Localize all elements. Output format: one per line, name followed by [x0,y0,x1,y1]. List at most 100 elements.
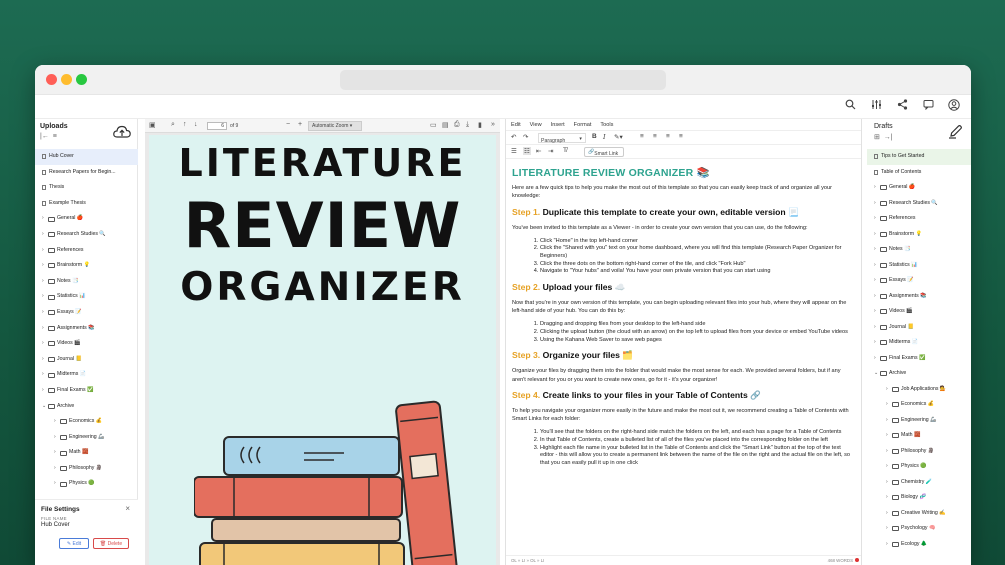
folder-item[interactable]: › Final Exams ✅ [867,351,971,367]
minimize-window-button[interactable] [61,74,72,85]
new-draft-icon[interactable]: ⊞ →| [874,133,893,141]
folder-item[interactable]: › General 🍎 [867,180,971,196]
smart-link-button[interactable]: 🔗 Smart Link [584,147,624,157]
folder-item[interactable]: › Assignments 📚 [35,321,138,337]
zoom-select[interactable]: Automatic Zoom ▾ [308,121,362,131]
folder-item[interactable]: › Creative Writing ✍️ [867,506,971,522]
document-body[interactable]: LITERATURE REVIEW ORGANIZER 📚 Here are a… [506,161,861,551]
folder-item[interactable]: › Notes 📑 [35,274,138,290]
search-icon[interactable]: ⌕ [171,121,175,129]
outdent-icon[interactable]: ⇤ [536,147,541,155]
folder-item[interactable]: › Statistics 📊 [867,258,971,274]
redo-icon[interactable]: ↷ [523,133,528,141]
folder-item[interactable]: › References [867,211,971,227]
more-tools-icon[interactable]: » [491,121,495,128]
zoom-out-icon[interactable]: − [286,121,290,128]
folder-item[interactable]: › Brainstorm 💡 [867,227,971,243]
upload-cloud-icon[interactable] [113,125,131,142]
sidebar-toggle-icon[interactable]: ▣ [149,121,156,129]
folder-item[interactable]: › References [35,243,138,259]
folder-item[interactable]: › Physics 🟢 [35,476,138,492]
close-icon[interactable]: × [125,504,130,513]
arrow-up-icon[interactable]: ↑ [183,121,187,128]
align-left-icon[interactable]: ≡ [640,133,644,140]
paragraph-style-select[interactable]: Paragraph ▾ [538,133,586,144]
indent-icon[interactable]: ⇥ [548,147,553,155]
folder-item[interactable]: › Job Applications 💁 [867,382,971,398]
folder-item[interactable]: › Journal 📒 [35,352,138,368]
file-item[interactable]: Table of Contents [867,165,971,181]
folder-item[interactable]: › Philosophy 🗿 [35,461,138,477]
zoom-in-icon[interactable]: + [298,121,302,128]
align-center-icon[interactable]: ≡ [653,133,657,140]
folder-item[interactable]: › Midterms 📄 [867,335,971,351]
folder-item[interactable]: › Math 🧱 [35,445,138,461]
folder-item[interactable]: › Journal 📒 [867,320,971,336]
folder-item[interactable]: › Notes 📑 [867,242,971,258]
folder-item[interactable]: › Essays 📝 [35,305,138,321]
share-icon[interactable] [895,99,909,113]
menu-view[interactable]: View [530,119,542,130]
undo-icon[interactable]: ↶ [511,133,516,141]
address-bar[interactable] [340,70,666,90]
align-justify-icon[interactable]: ≡ [679,133,683,140]
file-item[interactable]: Example Thesis [35,196,138,212]
menu-format[interactable]: Format [574,119,592,130]
menu-edit[interactable]: Edit [511,119,521,130]
folder-item[interactable]: › Engineering 🦾 [867,413,971,429]
arrow-down-icon[interactable]: ↓ [194,121,198,128]
folder-item[interactable]: › Research Studies 🔍 [867,196,971,212]
folder-item[interactable]: › Physics 🟢 [867,459,971,475]
text-color-icon[interactable]: ✎▾ [614,133,623,141]
open-file-icon[interactable]: ▤ [442,121,449,129]
menu-insert[interactable]: Insert [551,119,565,130]
folder-item[interactable]: › Research Studies 🔍 [35,227,138,243]
menu-tools[interactable]: Tools [600,119,613,130]
presentation-icon[interactable]: ▭ [430,121,437,129]
edit-button[interactable]: ✎ Edit [59,538,89,549]
file-item[interactable]: Thesis [35,180,138,196]
file-item[interactable]: Research Papers for Begin... [35,165,138,181]
folder-item[interactable]: › General 🍎 [35,211,138,227]
align-right-icon[interactable]: ≡ [666,133,670,140]
close-window-button[interactable] [46,74,57,85]
folder-item[interactable]: ⌄ Archive [35,399,138,415]
folder-item[interactable]: › Essays 📝 [867,273,971,289]
print-icon[interactable]: ⎙ [454,121,460,129]
collapse-icon[interactable]: |← ≡ [40,133,57,140]
folder-item[interactable]: › Assignments 📚 [867,289,971,305]
file-item[interactable]: Hub Cover [35,149,138,165]
folder-item[interactable]: › Math 🧱 [867,428,971,444]
folder-item[interactable]: › Statistics 📊 [35,289,138,305]
folder-item[interactable]: › Final Exams ✅ [35,383,138,399]
italic-icon[interactable]: I [603,133,606,141]
folder-item[interactable]: › Chemistry 🧪 [867,475,971,491]
folder-item[interactable]: › Engineering 🦾 [35,430,138,446]
user-icon[interactable] [947,99,961,113]
folder-item[interactable]: › Videos 🎬 [867,304,971,320]
file-item[interactable]: Tips to Get Started [867,149,971,165]
folder-item[interactable]: ⌄ Archive [867,366,971,382]
bold-icon[interactable]: B [592,133,597,140]
search-icon[interactable] [843,99,857,113]
maximize-window-button[interactable] [76,74,87,85]
folder-item[interactable]: › Midterms 📄 [35,367,138,383]
download-icon[interactable]: ⤓ [466,121,469,129]
sliders-icon[interactable] [869,99,883,113]
folder-item[interactable]: › Biology 🧬 [867,490,971,506]
bookmark-icon[interactable]: ▮ [478,121,482,129]
bullet-list-icon[interactable]: ☰ [511,147,517,155]
folder-item[interactable]: › Ecology 🌲 [867,537,971,553]
folder-item[interactable]: › Economics 💰 [35,414,138,430]
clear-format-icon[interactable]: T̸ [563,147,567,154]
folder-item[interactable]: › Economics 💰 [867,397,971,413]
edit-pen-icon[interactable] [948,124,963,142]
comment-icon[interactable] [921,99,935,113]
folder-item[interactable]: › Philosophy 🗿 [867,444,971,460]
folder-item[interactable]: › Psychology 🧠 [867,521,971,537]
numbered-list-icon[interactable]: ☷ [523,147,531,155]
delete-button[interactable]: 🗑 Delete [93,538,129,549]
page-number-input[interactable]: 6 [207,122,227,130]
folder-item[interactable]: › Videos 🎬 [35,336,138,352]
folder-item[interactable]: › Brainstorm 💡 [35,258,138,274]
